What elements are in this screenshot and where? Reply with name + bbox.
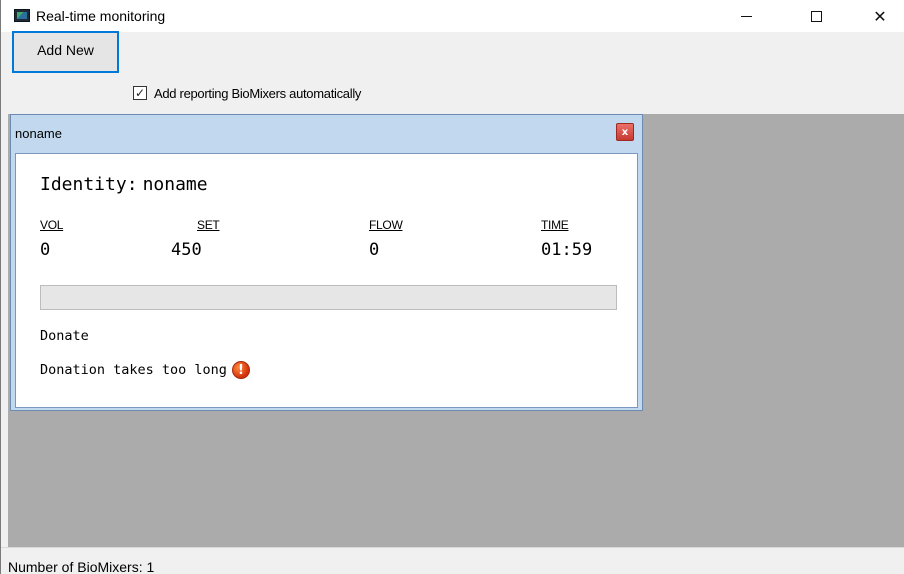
biomixer-count: Number of BioMixers: 1: [8, 559, 155, 574]
set-header: SET: [197, 218, 220, 232]
flow-header: FLOW: [369, 218, 403, 232]
identity-line: Identity: noname: [40, 174, 208, 195]
identity-value: noname: [142, 174, 208, 195]
close-icon: ✕: [873, 6, 887, 26]
status-bar: Number of BioMixers: 1: [1, 547, 904, 574]
warning-icon: !: [231, 361, 250, 379]
add-new-button[interactable]: Add New: [12, 31, 119, 73]
time-header: TIME: [541, 218, 569, 232]
child-close-button[interactable]: x: [616, 123, 634, 141]
biomixer-child-window[interactable]: noname x Identity: noname VOL SET FLOW T…: [10, 114, 643, 411]
vol-header: VOL: [40, 218, 64, 232]
minimize-button[interactable]: [723, 0, 769, 32]
close-icon: x: [621, 126, 629, 138]
auto-add-checkbox[interactable]: ✓: [133, 86, 147, 100]
auto-add-label[interactable]: Add reporting BioMixers automatically: [154, 86, 361, 101]
title-bar[interactable]: Real-time monitoring ✕: [1, 0, 904, 32]
donation-progress-bar: [40, 285, 617, 310]
donation-status: Donate: [40, 328, 89, 344]
child-window-content: Identity: noname VOL SET FLOW TIME 0 450…: [15, 153, 638, 408]
main-window: Real-time monitoring ✕ Add New ✓ Add rep…: [0, 0, 904, 574]
warning-glyph: !: [237, 362, 244, 378]
close-button[interactable]: ✕: [857, 0, 903, 32]
identity-label: Identity:: [40, 174, 138, 195]
maximize-button[interactable]: [793, 0, 839, 32]
vol-value: 0: [40, 240, 51, 260]
set-value: 450: [171, 240, 202, 260]
window-title: Real-time monitoring: [36, 8, 166, 24]
checkmark-icon: ✓: [134, 86, 146, 100]
warning-text: Donation takes too long: [40, 362, 227, 378]
minimize-icon: [740, 15, 752, 17]
maximize-icon: [810, 10, 822, 22]
warning-row: Donation takes too long !: [40, 361, 250, 379]
flow-value: 0: [369, 240, 380, 260]
monitor-icon: [14, 9, 30, 22]
time-value: 01:59: [541, 240, 593, 260]
toolbar: [1, 32, 904, 114]
child-window-title: noname: [15, 126, 62, 141]
